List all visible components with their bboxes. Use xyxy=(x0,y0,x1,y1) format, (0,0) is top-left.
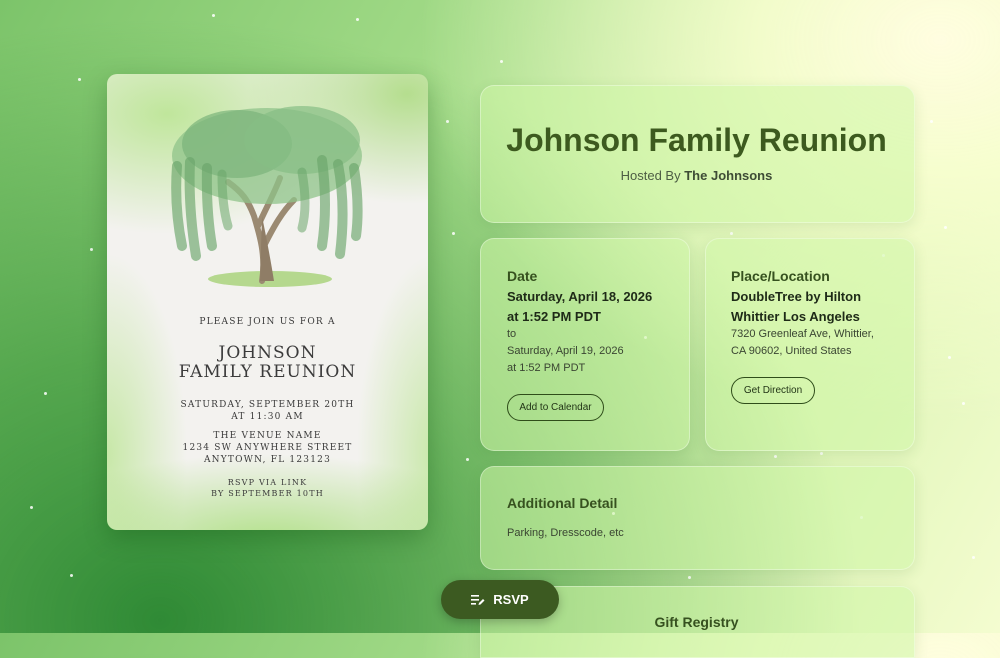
sparkle xyxy=(820,452,823,455)
start-time: at 1:52 PM PDT xyxy=(507,309,601,324)
end-time: at 1:52 PM PDT xyxy=(507,362,586,374)
additional-detail-panel xyxy=(480,466,915,570)
sparkle xyxy=(930,120,933,123)
list-edit-icon xyxy=(471,594,485,605)
sparkle xyxy=(90,248,93,251)
host-name: The Johnsons xyxy=(684,168,773,183)
sparkle xyxy=(356,18,359,21)
additional-detail-text: Parking, Dresscode, etc xyxy=(507,527,624,539)
sparkle xyxy=(70,574,73,577)
invite-title-line2: FAMILY REUNION xyxy=(178,362,357,382)
willow-tree-illustration xyxy=(171,106,363,287)
sparkle xyxy=(962,402,965,405)
sparkle xyxy=(500,60,503,63)
rsvp-label: RSVP xyxy=(493,592,529,607)
invite-rsvp-line2: BY SEPTEMBER 10TH xyxy=(211,489,324,498)
sparkle xyxy=(78,78,81,81)
invite-venue-name: THE VENUE NAME xyxy=(213,431,322,441)
sparkle xyxy=(452,232,455,235)
sparkle xyxy=(688,576,691,579)
invitation-card: PLEASE JOIN US FOR A JOHNSON FAMILY REUN… xyxy=(107,74,428,530)
hosted-by-prefix: Hosted By xyxy=(620,168,681,183)
sparkle xyxy=(944,226,947,229)
sparkle xyxy=(212,14,215,17)
sparkle xyxy=(972,556,975,559)
get-direction-button[interactable]: Get Direction xyxy=(731,377,815,404)
address-line2: CA 90602, United States xyxy=(731,345,852,357)
sparkle xyxy=(774,455,777,458)
event-title: Johnson Family Reunion xyxy=(506,122,887,158)
invite-title-line1: JOHNSON xyxy=(218,343,317,363)
invite-venue-city: ANYTOWN, FL 123123 xyxy=(203,455,331,465)
invite-venue-street: 1234 SW ANYWHERE STREET xyxy=(182,443,353,453)
sparkle xyxy=(30,506,33,509)
additional-detail-heading: Additional Detail xyxy=(507,495,618,511)
sparkle xyxy=(948,356,951,359)
end-date: Saturday, April 19, 2026 xyxy=(507,345,624,357)
add-to-calendar-button[interactable]: Add to Calendar xyxy=(507,394,604,421)
invite-join-text: PLEASE JOIN US FOR A xyxy=(199,317,336,327)
date-heading: Date xyxy=(507,268,538,284)
sparkle xyxy=(44,392,47,395)
venue-line2: Whittier Los Angeles xyxy=(731,309,860,324)
invite-rsvp-line1: RSVP VIA LINK xyxy=(227,478,308,487)
date-separator: to xyxy=(507,328,517,340)
sparkle xyxy=(466,458,469,461)
sparkle xyxy=(446,120,449,123)
rsvp-button[interactable]: RSVP xyxy=(441,580,559,619)
start-date: Saturday, April 18, 2026 xyxy=(507,289,653,304)
location-heading: Place/Location xyxy=(731,268,830,284)
hosted-by: Hosted By The Johnsons xyxy=(480,168,913,183)
sparkle xyxy=(730,232,733,235)
invite-date-line: SATURDAY, SEPTEMBER 20TH xyxy=(180,400,355,410)
venue-line1: DoubleTree by Hilton xyxy=(731,289,862,304)
address-line1: 7320 Greenleaf Ave, Whittier, xyxy=(731,328,874,340)
invite-time-line: AT 11:30 AM xyxy=(231,412,304,422)
